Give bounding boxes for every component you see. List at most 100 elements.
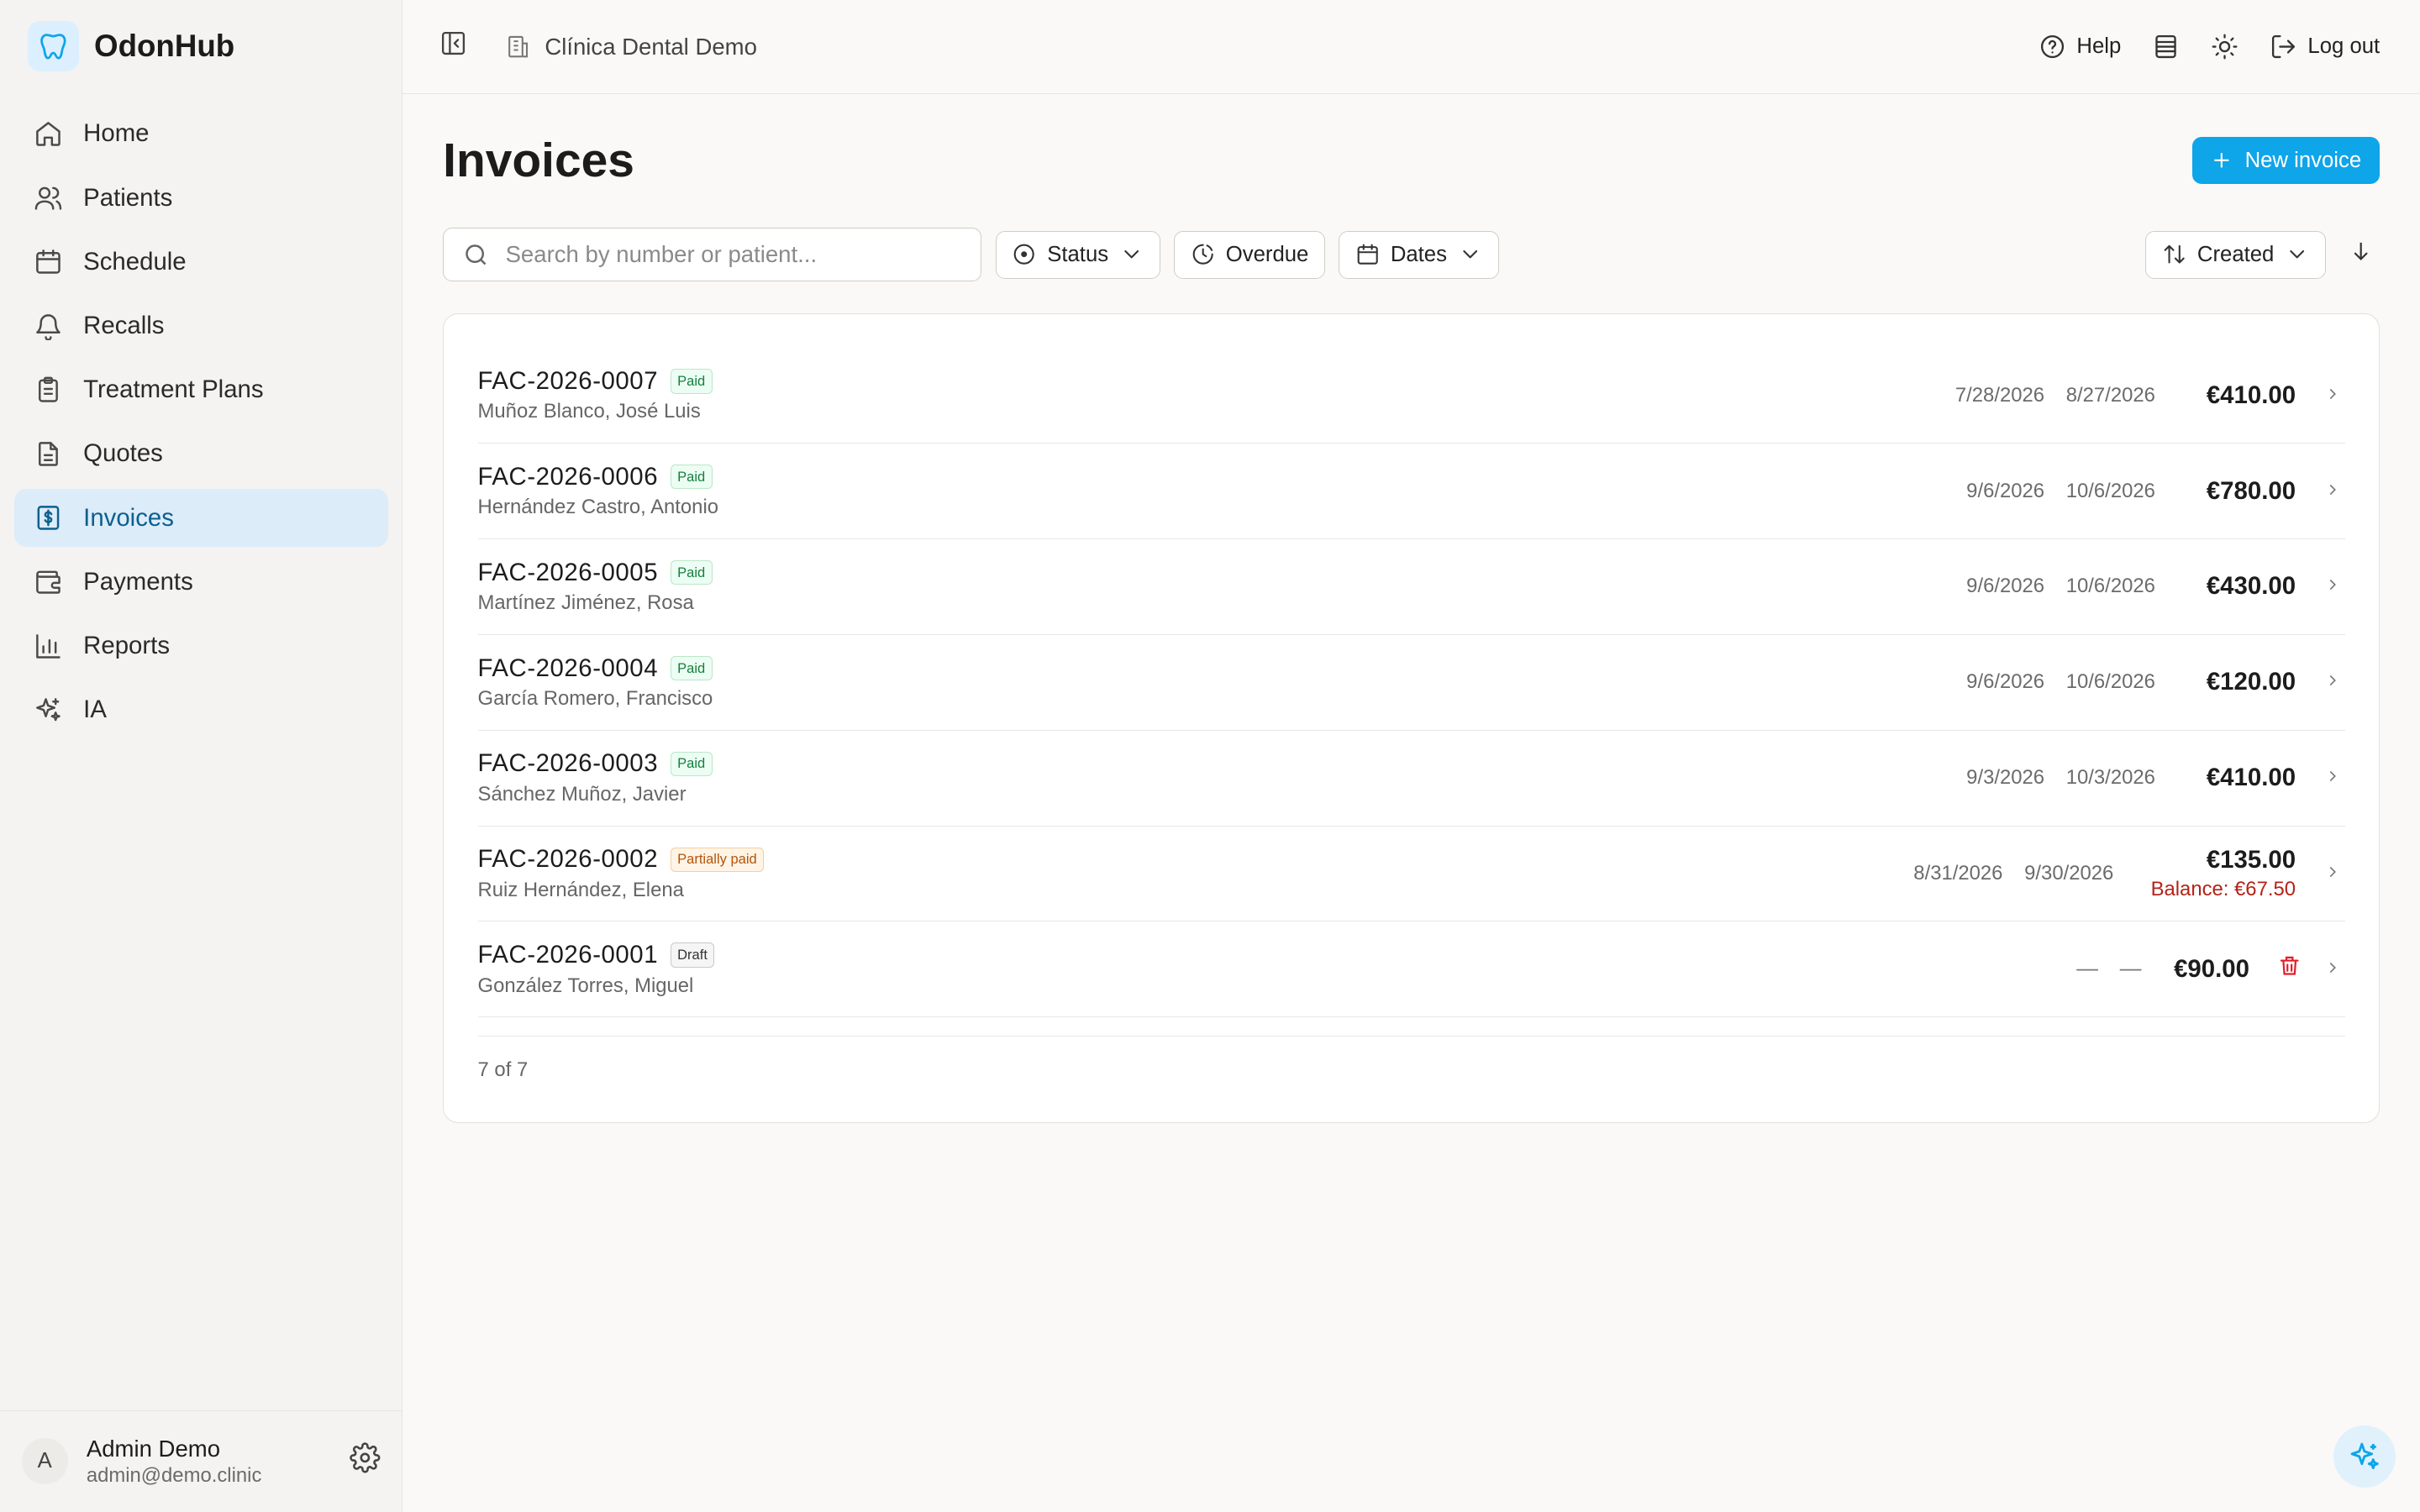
invoice-icon: [37, 506, 60, 530]
clinic-selector[interactable]: Clínica Dental Demo: [505, 34, 757, 60]
invoice-number: FAC-2026-0002: [477, 845, 659, 874]
search-input[interactable]: [505, 241, 963, 269]
list-layout-icon: [2155, 34, 2176, 59]
table-row[interactable]: FAC-2026-0005 Paid Martínez Jiménez, Ros…: [477, 539, 2345, 635]
delete-invoice-button[interactable]: [2277, 953, 2302, 984]
new-invoice-button[interactable]: New invoice: [2192, 136, 2381, 185]
patient-name: García Romero, Francisco: [477, 687, 713, 711]
invoice-number: FAC-2026-0007: [477, 366, 659, 395]
users-icon: [35, 186, 62, 210]
sidebar-item-home[interactable]: Home: [14, 105, 388, 163]
dates-filter-button[interactable]: Dates: [1339, 230, 1499, 279]
sort-label: Created: [2196, 242, 2275, 266]
search-icon: [466, 244, 487, 265]
status-filter-button[interactable]: Status: [995, 230, 1160, 279]
status-badge: Paid: [670, 559, 713, 585]
chevron-down-icon: [2290, 250, 2305, 259]
main-area: Clínica Dental Demo Help Log out Invoice…: [402, 0, 2420, 1512]
user-name: Admin Demo: [86, 1435, 221, 1462]
chevron-right-icon: [2329, 866, 2337, 878]
results-count: 7 of 7: [477, 1036, 2345, 1097]
sidebar-item-schedule[interactable]: Schedule: [14, 233, 388, 291]
help-label: Help: [2076, 34, 2122, 58]
overdue-filter-button[interactable]: Overdue: [1174, 230, 1325, 279]
sort-arrows-icon: [2164, 245, 2185, 264]
layout-toggle-button[interactable]: [2152, 33, 2180, 60]
help-circle-icon: [2040, 34, 2064, 59]
sidebar-item-invoices[interactable]: Invoices: [13, 489, 388, 548]
patient-name: Ruiz Hernández, Elena: [477, 878, 684, 901]
sidebar-item-patients[interactable]: Patients: [14, 169, 388, 227]
chevron-down-icon: [1463, 250, 1477, 259]
logout-button[interactable]: Log out: [2270, 33, 2381, 60]
table-row[interactable]: FAC-2026-0007 Paid Muñoz Blanco, José Lu…: [477, 348, 2345, 444]
patient-name: Muñoz Blanco, José Luis: [477, 400, 701, 423]
ai-assistant-button[interactable]: [2333, 1425, 2396, 1488]
due-date: 9/30/2026: [2024, 862, 2114, 885]
home-icon: [36, 121, 61, 146]
sidebar-nav: Home Patients Schedule Recalls Treatment…: [0, 92, 402, 751]
sidebar-item-reports[interactable]: Reports: [14, 617, 388, 675]
sidebar-item-label: Treatment Plans: [83, 375, 264, 404]
sparkles-icon: [2350, 1442, 2379, 1469]
open-invoice-button[interactable]: [2323, 955, 2345, 984]
sidebar-item-payments[interactable]: Payments: [14, 553, 388, 611]
sidebar-item-label: Payments: [83, 567, 193, 596]
circle-dot-icon: [1013, 244, 1034, 265]
gear-icon: [350, 1442, 381, 1473]
sidebar-item-label: Home: [83, 119, 150, 148]
sidebar-item-treatment-plans[interactable]: Treatment Plans: [14, 361, 388, 419]
table-row[interactable]: FAC-2026-0003 Paid Sánchez Muñoz, Javier…: [477, 731, 2345, 827]
due-date: 10/6/2026: [2065, 575, 2155, 598]
building-icon: [508, 35, 528, 58]
wallet-icon: [36, 570, 61, 595]
table-row[interactable]: FAC-2026-0004 Paid García Romero, Franci…: [477, 635, 2345, 731]
logout-label: Log out: [2307, 34, 2381, 58]
document-icon: [39, 442, 59, 466]
collapse-sidebar-button[interactable]: [439, 29, 467, 64]
sort-select[interactable]: Created: [2145, 230, 2326, 279]
status-badge: Partially paid: [670, 847, 765, 872]
sidebar-toggle-icon: [442, 31, 466, 55]
open-invoice-button[interactable]: [2323, 764, 2345, 792]
open-invoice-button[interactable]: [2323, 477, 2345, 506]
invoice-amount: €90.00: [2174, 954, 2249, 983]
theme-toggle-button[interactable]: [2211, 33, 2238, 60]
issue-date: 9/6/2026: [1966, 670, 2045, 694]
trash-icon: [2280, 957, 2299, 975]
invoice-amount: €410.00: [2206, 381, 2296, 409]
tooth-logo-icon: [28, 20, 79, 72]
status-badge: Draft: [670, 942, 715, 968]
table-row[interactable]: FAC-2026-0002 Partially paid Ruiz Hernán…: [477, 827, 2345, 922]
status-badge: Paid: [670, 751, 713, 777]
status-badge: Paid: [670, 465, 713, 490]
sidebar-item-quotes[interactable]: Quotes: [14, 425, 388, 483]
new-invoice-label: New invoice: [2244, 148, 2362, 172]
topbar: Clínica Dental Demo Help Log out: [402, 0, 2420, 95]
sidebar-item-label: Recalls: [83, 311, 165, 339]
invoice-number: FAC-2026-0001: [477, 941, 659, 969]
open-invoice-button[interactable]: [2323, 668, 2345, 696]
table-row[interactable]: FAC-2026-0001 Draft González Torres, Mig…: [477, 921, 2345, 1018]
settings-button[interactable]: [350, 1442, 381, 1480]
open-invoice-button[interactable]: [2323, 381, 2345, 410]
open-invoice-button[interactable]: [2323, 859, 2345, 888]
sort-direction-button[interactable]: [2349, 239, 2373, 270]
logout-icon: [2271, 34, 2295, 59]
sidebar-item-ia[interactable]: IA: [14, 681, 388, 739]
invoice-list: FAC-2026-0007 Paid Muñoz Blanco, José Lu…: [443, 312, 2381, 1124]
open-invoice-button[interactable]: [2323, 572, 2345, 601]
patient-name: González Torres, Miguel: [477, 974, 694, 997]
invoice-amount: €430.00: [2206, 572, 2296, 601]
chevron-right-icon: [2329, 388, 2337, 399]
issue-date: 7/28/2026: [1954, 383, 2045, 407]
patient-name: Hernández Castro, Antonio: [477, 496, 719, 519]
invoice-number: FAC-2026-0003: [477, 749, 659, 778]
invoice-amount: €410.00: [2206, 764, 2296, 792]
user-profile: A Admin Demo admin@demo.clinic: [0, 1410, 402, 1512]
help-button[interactable]: Help: [2039, 33, 2122, 60]
avatar[interactable]: A: [21, 1438, 68, 1485]
table-row[interactable]: FAC-2026-0006 Paid Hernández Castro, Ant…: [477, 444, 2345, 539]
sidebar-item-recalls[interactable]: Recalls: [14, 297, 388, 355]
calendar-icon: [1357, 244, 1378, 265]
